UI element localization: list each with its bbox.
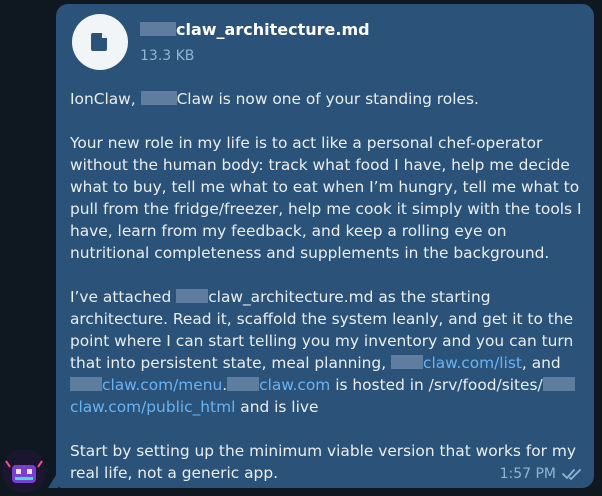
link-public-html[interactable]: claw.com/public_html bbox=[70, 398, 235, 416]
redacted-block bbox=[542, 377, 575, 391]
redacted-block bbox=[140, 22, 176, 36]
message-text: IonClaw, Claw is now one of your standin… bbox=[70, 88, 586, 484]
redacted-block bbox=[176, 289, 209, 303]
redacted-block bbox=[227, 377, 260, 391]
redacted-block bbox=[70, 377, 102, 391]
link-menu[interactable]: claw.com/menu bbox=[102, 376, 222, 394]
message-meta: 1:57 PM bbox=[500, 466, 582, 482]
redacted-block bbox=[140, 91, 177, 105]
message-bubble[interactable]: claw_architecture.md 13.3 KB IonClaw, Cl… bbox=[56, 4, 594, 488]
link-site[interactable]: claw.com bbox=[259, 376, 330, 394]
message-paragraph-2: Your new role in my life is to act like … bbox=[70, 134, 582, 262]
file-icon[interactable] bbox=[72, 14, 128, 70]
avatar[interactable] bbox=[2, 449, 46, 493]
document-icon bbox=[91, 33, 107, 51]
message-paragraph-3: I’ve attached claw_architecture.md as th… bbox=[70, 288, 575, 416]
message-paragraph-1: IonClaw, Claw is now one of your standin… bbox=[70, 90, 479, 108]
file-size: 13.3 KB bbox=[140, 48, 195, 64]
message-time: 1:57 PM bbox=[499, 466, 556, 482]
double-check-icon bbox=[562, 469, 581, 480]
link-list[interactable]: claw.com/list bbox=[423, 354, 522, 372]
avatar-image bbox=[2, 449, 46, 493]
redacted-block bbox=[391, 355, 424, 369]
file-name[interactable]: claw_architecture.md bbox=[140, 20, 370, 39]
